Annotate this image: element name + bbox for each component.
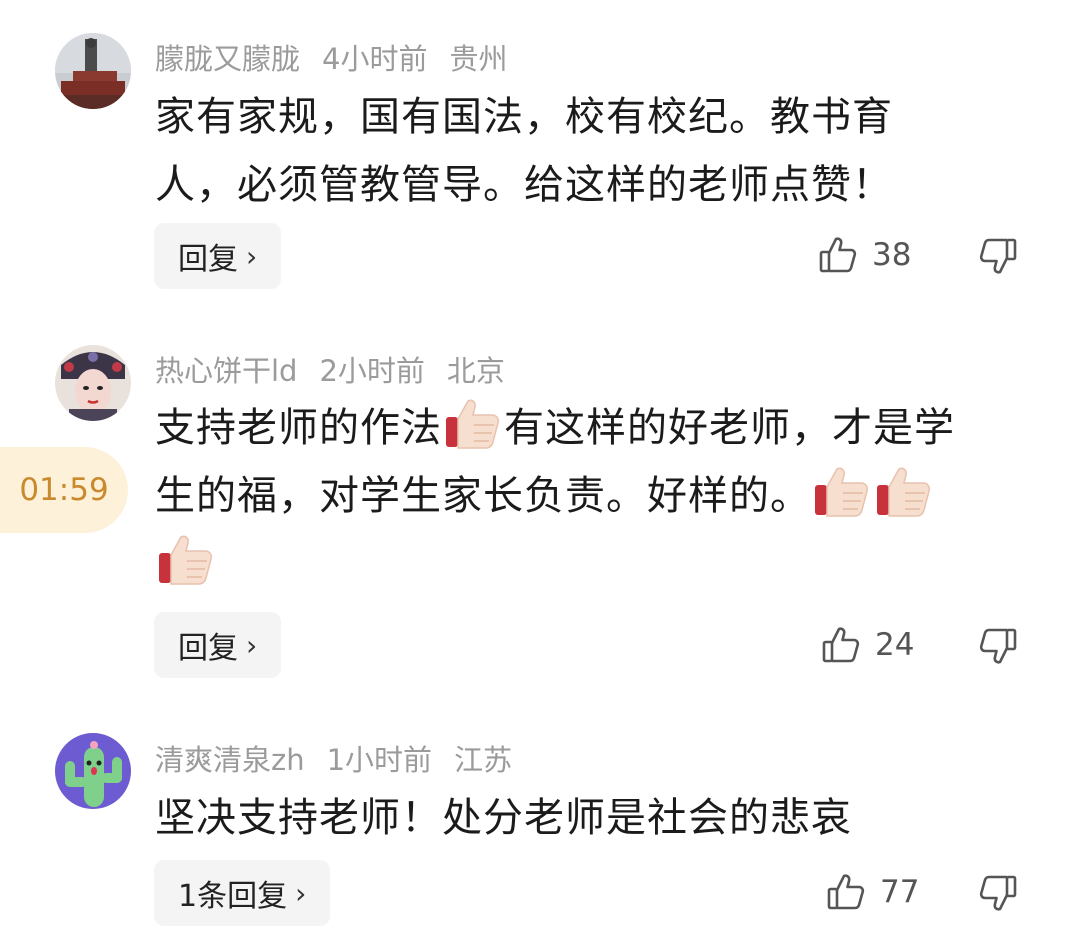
timestamp: 1小时前 [326, 743, 433, 777]
thumbs-up-emoji-icon [815, 467, 868, 517]
thumbs-down-icon [979, 628, 1017, 664]
avatar[interactable] [55, 345, 131, 421]
dislike-button[interactable] [978, 873, 1018, 917]
thumbs-up-emoji-icon [159, 535, 212, 585]
text-segment: 有这样的好老师，才是学 [504, 405, 955, 451]
comment-text-line [155, 530, 1035, 598]
text-segment: 生的福，对学生家长负责。好样的。 [155, 473, 811, 519]
location: 北京 [446, 354, 505, 388]
reply-button[interactable]: 1条回复 › [154, 860, 331, 926]
like-button[interactable]: 77 [826, 872, 919, 912]
avatar[interactable] [55, 733, 131, 809]
text-segment: 支持老师的作法 [155, 405, 442, 451]
thumbs-up-icon [822, 627, 860, 663]
timestamp: 4小时前 [322, 42, 428, 76]
chevron-right-icon: › [246, 628, 258, 662]
like-count: 24 [875, 627, 915, 663]
like-count: 38 [872, 237, 912, 273]
username[interactable]: 朦胧又朦胧 [155, 42, 300, 76]
thumbs-up-emoji-icon [877, 467, 930, 517]
reply-button[interactable]: 回复 › [154, 223, 282, 289]
thumbs-up-icon [827, 874, 865, 910]
timestamp: 2小时前 [319, 354, 425, 388]
thumbs-down-icon [979, 875, 1017, 911]
reply-button[interactable]: 回复 › [154, 612, 282, 678]
comment-meta: 清爽清泉zh 1小时前 江苏 [155, 737, 534, 779]
location: 江苏 [454, 743, 513, 777]
chevron-right-icon: › [246, 239, 258, 273]
avatar[interactable] [55, 33, 131, 109]
dislike-button[interactable] [978, 236, 1018, 280]
comment-text-line: 生的福，对学生家长负责。好样的。 [155, 462, 1035, 530]
thumbs-down-icon [979, 238, 1017, 274]
comment-text-line: 支持老师的作法 有这样的好老师，才是学 [155, 394, 1035, 462]
like-button[interactable]: 24 [821, 625, 914, 665]
comment-text-line: 家有家规，国有国法，校有校纪。教书育 [155, 94, 893, 140]
comment-text: 支持老师的作法 有这样的好老师，才是学 生的福，对学生家长负责。好样的。 [155, 394, 1035, 598]
like-button[interactable]: 38 [818, 235, 911, 275]
location: 贵州 [449, 42, 508, 76]
reply-label: 回复 [178, 631, 238, 666]
comment-text: 家有家规，国有国法，校有校纪。教书育 人，必须管教管导。给这样的老师点赞！ [155, 83, 1035, 219]
thumbs-up-emoji-icon [446, 399, 499, 449]
comment-meta: 朦胧又朦胧 4小时前 贵州 [155, 36, 529, 78]
video-timer[interactable]: 01:59 [0, 447, 128, 533]
comment-text-line: 人，必须管教管导。给这样的老师点赞！ [155, 162, 893, 208]
reply-label: 回复 [178, 242, 238, 277]
like-count: 77 [880, 874, 920, 910]
reply-label: 1条回复 [178, 879, 288, 914]
comment-meta: 热心饼干ld 2小时前 北京 [155, 348, 527, 390]
username[interactable]: 热心饼干ld [155, 354, 297, 388]
comment-text: 坚决支持老师！处分老师是社会的悲哀 [155, 784, 1035, 852]
thumbs-up-icon [819, 237, 857, 273]
dislike-button[interactable] [978, 626, 1018, 670]
username[interactable]: 清爽清泉zh [155, 743, 305, 777]
chevron-right-icon: › [295, 876, 307, 910]
comment-text-line: 坚决支持老师！处分老师是社会的悲哀 [155, 795, 852, 841]
